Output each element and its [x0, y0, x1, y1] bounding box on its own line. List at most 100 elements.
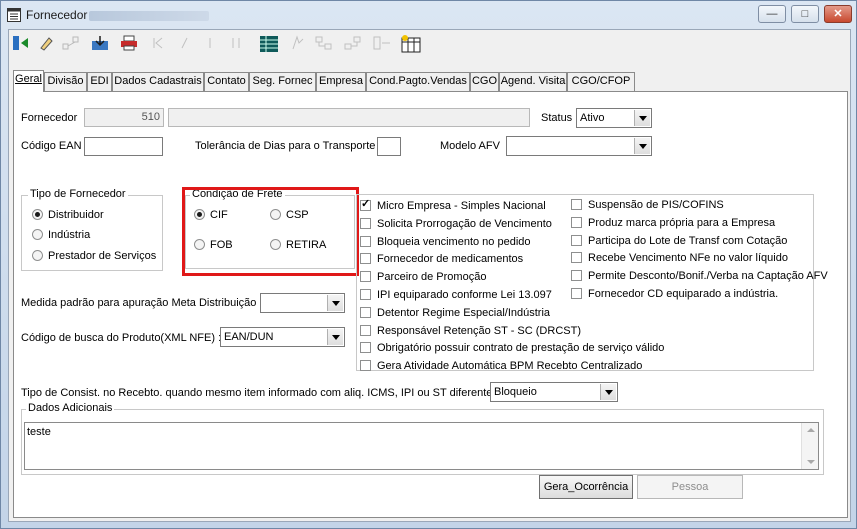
title-redacted — [89, 11, 209, 21]
checkbox-box[interactable] — [360, 271, 371, 283]
client-area: Geral Divisão EDI Dados Cadastrais Conta… — [8, 29, 851, 522]
branch-icon[interactable] — [341, 32, 364, 54]
tab-seg-fornec[interactable]: Seg. Fornec — [249, 72, 316, 91]
checkbox-checks-right-0[interactable]: Suspensão de PIS/COFINS — [571, 199, 724, 214]
checkbox-label: Gera Atividade Automática BPM Recebto Ce… — [377, 360, 643, 373]
checkbox-box[interactable] — [360, 235, 371, 247]
chevron-down-icon[interactable] — [634, 110, 650, 126]
checkbox-checks-left-6[interactable]: Detentor Regime Especial/Indústria — [360, 306, 551, 322]
checkbox-checks-left-9[interactable]: Gera Atividade Automática BPM Recebto Ce… — [360, 360, 642, 375]
checkbox-box[interactable] — [360, 324, 371, 336]
fornecedor-label: Fornecedor — [21, 112, 78, 124]
checkbox-checks-right-1[interactable]: Produz marca própria para a Empresa — [571, 216, 775, 232]
tipo-consist-select[interactable]: Bloqueio — [490, 382, 618, 402]
tab-divisao[interactable]: Divisão — [44, 72, 87, 91]
tab-dados-cadastrais[interactable]: Dados Cadastrais — [112, 72, 204, 91]
dados-adicionais-title: Dados Adicionais — [26, 402, 115, 414]
tab-cgo[interactable]: CGO — [470, 72, 499, 91]
tab-contato[interactable]: Contato — [204, 72, 249, 91]
checkbox-checks-left-7[interactable]: Responsável Retenção ST - SC (DRCST) — [360, 324, 581, 340]
chevron-down-icon[interactable] — [634, 138, 650, 154]
checkbox-box[interactable] — [360, 360, 371, 372]
chevron-down-icon[interactable] — [600, 384, 616, 400]
checkbox-label: Obrigatório possuir contrato de prestaçã… — [377, 342, 665, 355]
checkbox-box[interactable] — [360, 198, 371, 211]
scroll-up-icon[interactable] — [807, 428, 815, 432]
status-select[interactable]: Ativo — [576, 108, 652, 128]
minimize-button[interactable]: — — [758, 5, 786, 23]
dados-adicionais-textarea[interactable]: teste — [24, 422, 819, 470]
medida-select[interactable] — [260, 293, 345, 313]
split-icon[interactable] — [370, 32, 393, 54]
checkbox-checks-left-5[interactable]: IPI equiparado conforme Lei 13.097 — [360, 289, 552, 304]
first-icon[interactable] — [146, 32, 169, 54]
checkbox-label: Detentor Regime Especial/Indústria — [377, 306, 551, 319]
checkbox-checks-left-0[interactable]: Micro Empresa - Simples Nacional — [360, 198, 546, 215]
scroll-down-icon[interactable] — [807, 460, 815, 464]
checkbox-box[interactable] — [571, 216, 582, 228]
tipo-consist-value: Bloqueio — [494, 386, 537, 398]
window-icon — [7, 8, 21, 22]
checkbox-box[interactable] — [360, 306, 371, 318]
checkbox-box[interactable] — [571, 252, 582, 264]
fornecedor-code-field[interactable]: 510 — [84, 108, 164, 127]
checkbox-label: IPI equiparado conforme Lei 13.097 — [377, 289, 552, 301]
checkbox-box[interactable] — [571, 199, 582, 210]
maximize-button[interactable]: □ — [791, 5, 819, 23]
query-icon[interactable] — [286, 32, 309, 54]
codigo-busca-select[interactable]: EAN/DUN — [220, 327, 345, 347]
radio-distribuidor[interactable]: Distribuidor — [32, 209, 104, 221]
edit-icon[interactable] — [34, 32, 57, 54]
checkbox-checks-right-3[interactable]: Recebe Vencimento NFe no valor líquido — [571, 252, 788, 267]
pessoa-button[interactable]: Pessoa — [637, 475, 743, 499]
checkbox-box[interactable] — [360, 253, 371, 265]
checkbox-checks-right-2[interactable]: Participa do Lote de Transf com Cotação — [571, 234, 787, 250]
checkbox-box[interactable] — [571, 234, 582, 246]
last-icon[interactable] — [224, 32, 247, 54]
print-icon[interactable] — [117, 32, 140, 54]
checkbox-box[interactable] — [360, 289, 371, 300]
tab-geral[interactable]: Geral — [13, 70, 44, 92]
modelo-afv-label: Modelo AFV — [440, 140, 500, 152]
close-button[interactable]: ✕ — [824, 5, 852, 23]
flow-icon[interactable] — [59, 32, 82, 54]
checkbox-checks-right-4[interactable]: Permite Desconto/Bonif./Verba na Captaçã… — [571, 270, 828, 285]
tolerancia-field[interactable] — [377, 137, 401, 156]
tab-cond-pagto-vendas[interactable]: Cond.Pagto.Vendas — [366, 72, 470, 91]
checkbox-checks-left-2[interactable]: Bloqueia vencimento no pedido — [360, 235, 531, 251]
tab-cgo-cfop[interactable]: CGO/CFOP — [567, 72, 635, 91]
checkbox-checks-left-1[interactable]: Solicita Prorrogação de Vencimento — [360, 217, 552, 233]
modelo-afv-select[interactable] — [506, 136, 652, 156]
radio-industria[interactable]: Indústria — [32, 229, 90, 241]
exit-icon[interactable] — [9, 32, 32, 54]
tab-empresa[interactable]: Empresa — [316, 72, 366, 91]
prev-icon[interactable] — [172, 32, 195, 54]
radio-prestador-servicos[interactable]: Prestador de Serviços — [32, 250, 156, 262]
save-icon[interactable] — [88, 32, 111, 54]
vertical-scrollbar[interactable] — [801, 423, 818, 469]
tab-edi[interactable]: EDI — [87, 72, 112, 91]
tipo-consist-label: Tipo de Consist. no Recebto. quando mesm… — [21, 387, 501, 399]
tab-agend-visita[interactable]: Agend. Visita — [499, 72, 567, 91]
checkbox-box[interactable] — [571, 270, 582, 282]
checkbox-checks-left-4[interactable]: Parceiro de Promoção — [360, 271, 486, 286]
checkbox-box[interactable] — [360, 217, 371, 229]
checkbox-box[interactable] — [360, 342, 371, 354]
title-bar[interactable]: Fornecedor — □ ✕ — [1, 1, 856, 29]
next-icon[interactable] — [198, 32, 221, 54]
tree-icon[interactable] — [312, 32, 335, 54]
checkbox-box[interactable] — [571, 288, 582, 299]
checkbox-checks-left-8[interactable]: Obrigatório possuir contrato de prestaçã… — [360, 342, 664, 357]
checkbox-checks-right-5[interactable]: Fornecedor CD equiparado a indústria. — [571, 288, 778, 303]
highlight-box — [182, 187, 359, 276]
chevron-down-icon[interactable] — [327, 329, 343, 345]
fornecedor-name-field[interactable] — [168, 108, 530, 127]
tab-page-geral: Fornecedor 510 Status Ativo Código EAN T… — [13, 91, 848, 518]
gera-ocorrencia-button[interactable]: Gera_Ocorrência — [539, 475, 633, 499]
chevron-down-icon[interactable] — [327, 295, 343, 311]
codigo-ean-field[interactable] — [84, 137, 163, 156]
grid-icon[interactable] — [257, 32, 280, 54]
table-columns-icon[interactable] — [399, 32, 422, 54]
checkbox-checks-left-3[interactable]: Fornecedor de medicamentos — [360, 253, 523, 268]
codigo-busca-value: EAN/DUN — [224, 331, 274, 343]
